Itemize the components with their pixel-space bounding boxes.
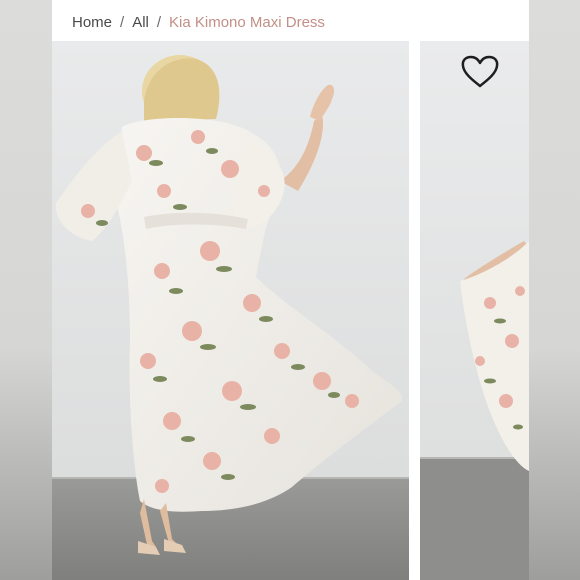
product-page: Home / All / Kia Kimono Maxi Dress (52, 0, 529, 580)
breadcrumb-current-page: Kia Kimono Maxi Dress (169, 13, 325, 31)
product-photo-main[interactable] (52, 41, 409, 580)
breadcrumb: Home / All / Kia Kimono Maxi Dress (72, 12, 325, 32)
favorite-heart-icon[interactable] (460, 55, 500, 89)
right-edge-strip (528, 0, 580, 580)
breadcrumb-all-link[interactable]: All (132, 14, 149, 31)
breadcrumb-home-link[interactable]: Home (72, 14, 112, 31)
breadcrumb-separator: / (156, 13, 162, 31)
product-image-gallery[interactable] (52, 41, 529, 580)
product-photo-next[interactable] (420, 41, 529, 580)
left-edge-strip (0, 0, 52, 580)
breadcrumb-separator: / (120, 13, 125, 31)
